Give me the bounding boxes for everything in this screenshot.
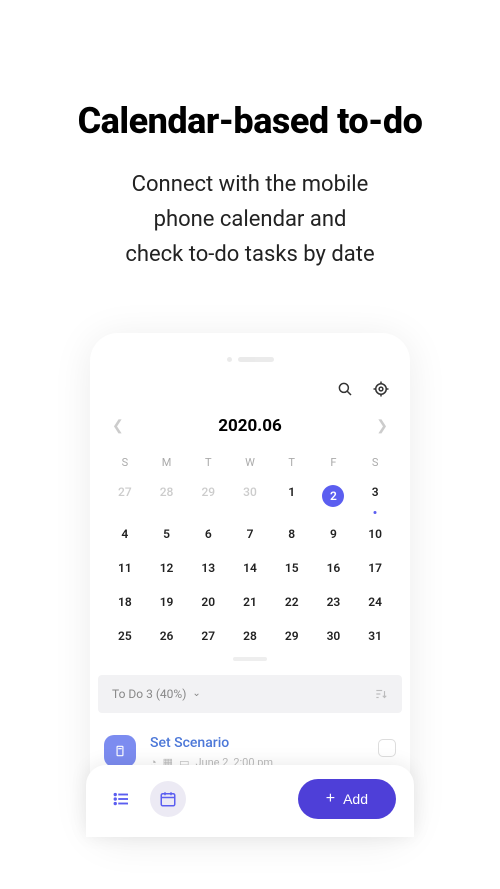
calendar-grid: SMTWTFS 27282930123456789101112131415161… — [90, 450, 410, 675]
calendar-day[interactable]: 24 — [354, 585, 396, 619]
calendar-day[interactable]: 9 — [313, 517, 355, 551]
calendar-day[interactable]: 17 — [354, 551, 396, 585]
sort-icon[interactable] — [374, 687, 388, 701]
chevron-down-icon: ⌄ — [192, 688, 200, 699]
calendar-day[interactable]: 23 — [313, 585, 355, 619]
calendar-day[interactable]: 27 — [104, 475, 146, 517]
calendar-day[interactable]: 7 — [229, 517, 271, 551]
calendar-day[interactable]: 16 — [313, 551, 355, 585]
calendar-day[interactable]: 14 — [229, 551, 271, 585]
calendar-drag-handle[interactable] — [233, 657, 267, 661]
add-button-label: Add — [343, 791, 368, 807]
weekday-label: T — [187, 450, 229, 475]
calendar-day[interactable]: 26 — [146, 619, 188, 653]
gear-icon[interactable] — [372, 380, 390, 398]
calendar-day[interactable]: 30 — [229, 475, 271, 517]
month-label: 2020.06 — [218, 416, 281, 436]
search-icon[interactable] — [336, 380, 354, 398]
weekday-label: W — [229, 450, 271, 475]
todo-checkbox[interactable] — [378, 739, 396, 757]
weekday-label: S — [104, 450, 146, 475]
summary-label: To Do 3 (40%) — [112, 687, 186, 701]
calendar-day[interactable]: 13 — [187, 551, 229, 585]
calendar-day[interactable]: 28 — [146, 475, 188, 517]
calendar-day[interactable]: 28 — [229, 619, 271, 653]
calendar-day[interactable]: 8 — [271, 517, 313, 551]
calendar-day[interactable]: 29 — [271, 619, 313, 653]
hero-title: Calendar-based to-do — [30, 100, 470, 142]
calendar-day[interactable]: 15 — [271, 551, 313, 585]
calendar-day[interactable]: 6 — [187, 517, 229, 551]
calendar-day[interactable]: 29 — [187, 475, 229, 517]
notch — [90, 357, 410, 362]
calendar-day[interactable]: 31 — [354, 619, 396, 653]
weekday-label: M — [146, 450, 188, 475]
weekday-label: T — [271, 450, 313, 475]
todo-type-icon — [104, 735, 136, 767]
calendar-day[interactable]: 25 — [104, 619, 146, 653]
calendar-day[interactable]: 30 — [313, 619, 355, 653]
calendar-day[interactable]: 1 — [271, 475, 313, 517]
calendar-view-button[interactable] — [150, 781, 186, 817]
phone-frame: ❮ 2020.06 ❯ SMTWTFS 27282930123456789101… — [90, 333, 410, 837]
next-month-icon[interactable]: ❯ — [376, 418, 388, 434]
list-view-button[interactable] — [104, 781, 140, 817]
calendar-day[interactable]: 21 — [229, 585, 271, 619]
add-button[interactable]: + Add — [298, 779, 396, 819]
calendar-day[interactable]: 2 — [313, 475, 355, 517]
calendar-day[interactable]: 10 — [354, 517, 396, 551]
plus-icon: + — [326, 790, 335, 808]
calendar-day[interactable]: 27 — [187, 619, 229, 653]
calendar-day[interactable]: 20 — [187, 585, 229, 619]
calendar-day[interactable]: 4 — [104, 517, 146, 551]
calendar-day[interactable]: 22 — [271, 585, 313, 619]
calendar-day[interactable]: 19 — [146, 585, 188, 619]
prev-month-icon[interactable]: ❮ — [112, 418, 124, 434]
calendar-day[interactable]: 12 — [146, 551, 188, 585]
todo-summary-bar[interactable]: To Do 3 (40%) ⌄ — [98, 675, 402, 713]
calendar-day[interactable]: 11 — [104, 551, 146, 585]
weekday-label: S — [354, 450, 396, 475]
bottom-bar: + Add — [86, 765, 414, 837]
hero-subtitle: Connect with the mobile phone calendar a… — [30, 167, 470, 273]
todo-title: Set Scenario — [150, 735, 364, 751]
weekday-label: F — [313, 450, 355, 475]
calendar-day[interactable]: 18 — [104, 585, 146, 619]
calendar-day[interactable]: 3 — [354, 475, 396, 517]
calendar-day[interactable]: 5 — [146, 517, 188, 551]
